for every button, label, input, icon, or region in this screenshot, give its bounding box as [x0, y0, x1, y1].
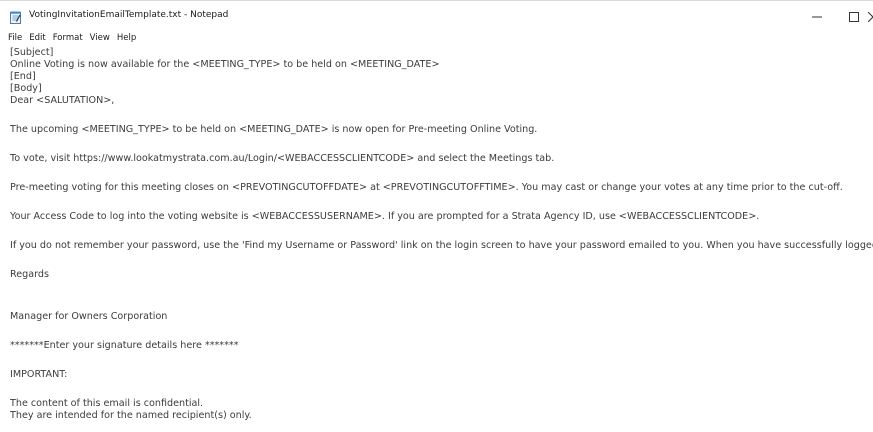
text-line-confidential: The content of this email is confidentia…	[10, 398, 204, 409]
menu-edit[interactable]: Edit	[29, 32, 45, 44]
title-bar[interactable]: VotingInvitationEmailTemplate.txt - Note…	[0, 1, 873, 31]
menu-view[interactable]: View	[90, 32, 110, 44]
text-line-body: [Body]	[10, 83, 42, 94]
menu-format[interactable]: Format	[53, 32, 83, 44]
notepad-icon	[10, 9, 22, 24]
text-line-signature: *******Enter your signature details here…	[10, 340, 239, 351]
text-line-cutoff: Pre-meeting voting for this meeting clos…	[10, 182, 843, 193]
text-editor[interactable]: [Subject] Online Voting is now available…	[10, 47, 873, 432]
notepad-window: VotingInvitationEmailTemplate.txt - Note…	[0, 0, 873, 432]
text-line-important: IMPORTANT:	[10, 369, 68, 380]
text-line-recipients: They are intended for the named recipien…	[10, 410, 252, 421]
menu-help[interactable]: Help	[117, 32, 136, 44]
close-icon	[867, 7, 873, 26]
minimize-icon	[812, 7, 822, 26]
menu-file[interactable]: File	[8, 32, 22, 44]
text-line-access-code: Your Access Code to log into the voting …	[10, 211, 760, 222]
minimize-button[interactable]	[797, 1, 837, 31]
text-line-end: [End]	[10, 71, 36, 82]
text-line-subject-text: Online Voting is now available for the <…	[10, 59, 440, 70]
menu-bar: File Edit Format View Help	[0, 31, 873, 45]
window-title: VotingInvitationEmailTemplate.txt - Note…	[29, 10, 229, 20]
text-line-password: If you do not remember your password, us…	[10, 240, 873, 251]
text-line-to-vote: To vote, visit https://www.lookatmystrat…	[10, 153, 555, 164]
text-line-upcoming: The upcoming <MEETING_TYPE> to be held o…	[10, 124, 538, 135]
close-button[interactable]	[858, 1, 873, 31]
text-line-regards: Regards	[10, 269, 49, 280]
text-line-subject: [Subject]	[10, 47, 54, 58]
text-line-manager: Manager for Owners Corporation	[10, 311, 168, 322]
text-line-salutation: Dear <SALUTATION>,	[10, 95, 115, 106]
